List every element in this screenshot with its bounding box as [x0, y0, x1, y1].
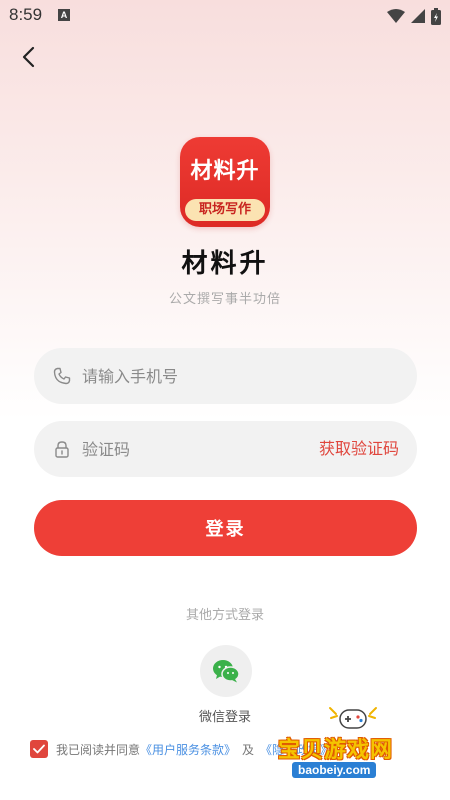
app-logo: 材料升 职场写作 [180, 137, 270, 227]
app-name: 材料升 [181, 249, 269, 279]
chevron-left-icon [22, 46, 35, 68]
wifi-icon [387, 9, 405, 23]
lock-icon [55, 441, 69, 458]
a-square-icon: A [58, 9, 70, 21]
checkmark-icon [33, 744, 45, 754]
phone-icon [53, 367, 71, 385]
watermark-brand: 宝贝游戏网 [278, 738, 394, 763]
login-button[interactable]: 登录 [34, 500, 417, 556]
status-bar: 8:59 A [0, 0, 450, 32]
other-login-title: 其他方式登录 [185, 608, 264, 623]
wechat-icon [213, 660, 240, 683]
agreement-checkbox[interactable] [30, 740, 48, 758]
signal-icon [411, 9, 425, 23]
terms-link[interactable]: 《用户服务条款》 [140, 741, 236, 758]
app-tagline: 公文撰写事半功倍 [168, 292, 281, 307]
back-button[interactable] [14, 42, 44, 72]
app-logo-ribbon: 职场写作 [185, 199, 265, 221]
get-code-button[interactable]: 获取验证码 [319, 421, 399, 477]
agreement-separator: 及 [242, 742, 255, 757]
gamepad-icon [329, 707, 377, 729]
verification-code-input[interactable] [82, 421, 332, 477]
status-time: 8:59 [9, 5, 43, 24]
status-icons [387, 7, 441, 25]
battery-icon [431, 7, 441, 25]
watermark-domain: baobeiy.com [292, 762, 377, 778]
watermark: 宝贝游戏网 baobeiy.com [272, 702, 440, 792]
wechat-login-button[interactable] [200, 645, 252, 697]
agreement-prefix: 我已阅读并同意 [56, 742, 141, 757]
phone-field[interactable] [34, 348, 417, 404]
verification-code-field[interactable]: 获取验证码 [34, 421, 417, 477]
app-logo-text: 材料升 [190, 158, 260, 184]
phone-input[interactable] [82, 348, 332, 404]
